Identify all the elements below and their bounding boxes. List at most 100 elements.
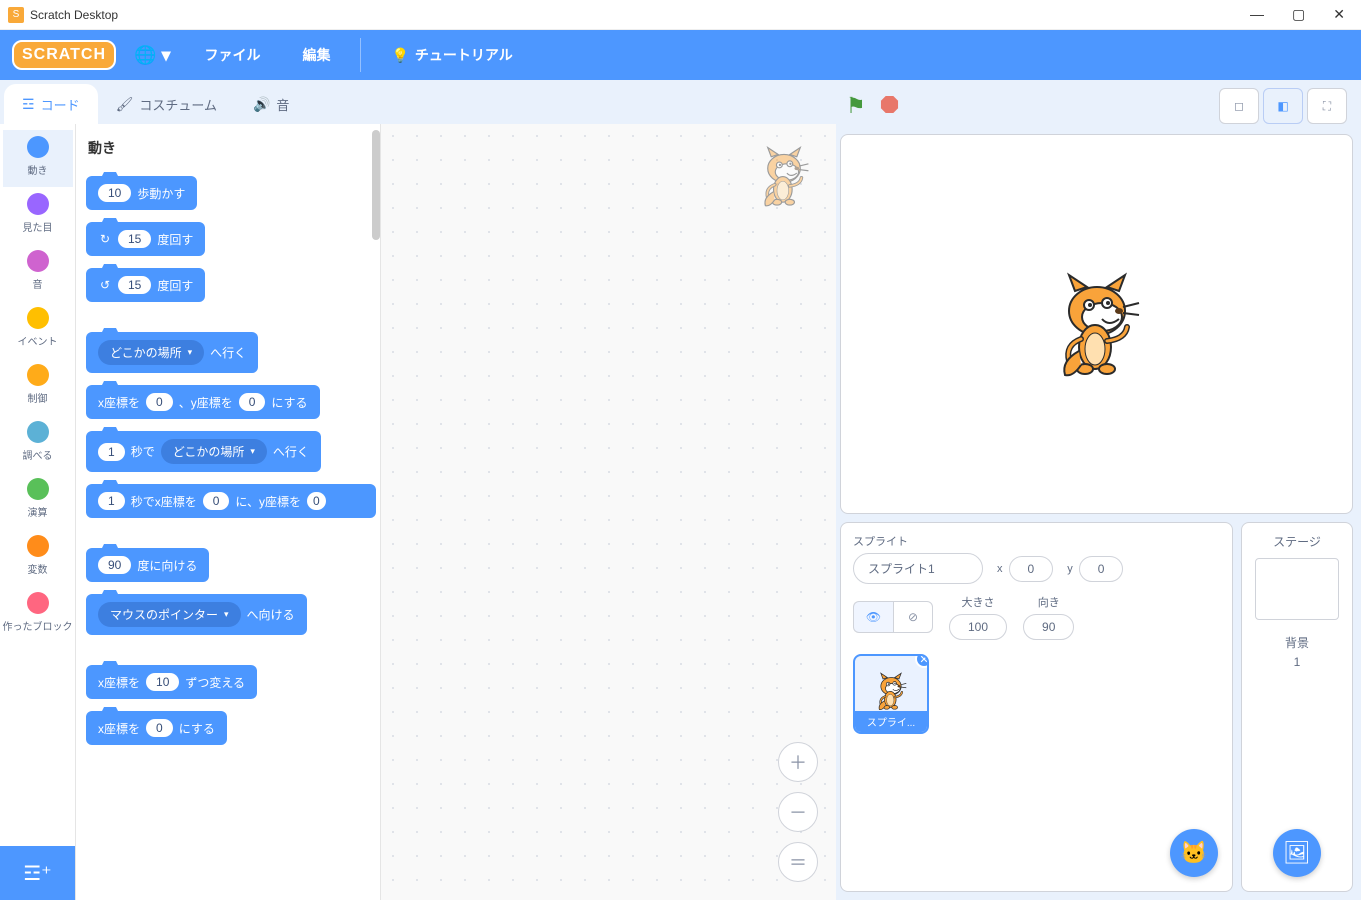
block-text: 秒でx座標を (131, 493, 197, 510)
block-text: へ行く (273, 443, 309, 460)
sprite-size-input[interactable]: 100 (949, 614, 1007, 640)
glidexy-x-value[interactable]: 0 (203, 492, 230, 510)
block-change-x[interactable]: x座標を 10 ずつ変える (86, 665, 257, 699)
change-x-value[interactable]: 10 (146, 673, 179, 691)
file-menu[interactable]: ファイル (188, 45, 276, 65)
add-extension-button[interactable]: ☲⁺ (0, 846, 75, 900)
block-text: ずつ変える (185, 674, 245, 691)
window-minimize-button[interactable]: — (1250, 6, 1264, 23)
category-label: 動き (3, 162, 73, 177)
glidexy-y-value[interactable]: 0 (307, 492, 326, 510)
zoom-in-button[interactable]: ＋ (778, 742, 818, 782)
stage-full-button[interactable]: ⛶ (1307, 88, 1347, 124)
turn-ccw-value[interactable]: 15 (118, 276, 151, 294)
scratch-logo[interactable]: SCRATCH (12, 40, 116, 70)
turn-cw-value[interactable]: 15 (118, 230, 151, 248)
tab-code[interactable]: ☲ コード (4, 84, 98, 124)
edit-menu[interactable]: 編集 (286, 45, 346, 65)
block-text: に、y座標を (235, 493, 301, 510)
category-label: 音 (3, 276, 73, 291)
tutorials-button[interactable]: 💡 チュートリアル (375, 45, 528, 65)
block-move-steps[interactable]: 10 歩動かす (86, 176, 197, 210)
tab-costumes[interactable]: 🖌 コスチューム (98, 84, 235, 124)
sprite-y-input[interactable]: 0 (1079, 556, 1124, 582)
category-myblocks[interactable]: 作ったブロック (3, 586, 73, 643)
sprite-x-input[interactable]: 0 (1009, 556, 1054, 582)
tab-costumes-label: コスチューム (139, 95, 217, 114)
category-events[interactable]: イベント (3, 301, 73, 358)
block-turn-ccw[interactable]: ↺ 15 度回す (86, 268, 205, 302)
turn-ccw-icon: ↺ (98, 278, 112, 292)
block-glide-xy[interactable]: 1 秒でx座標を 0 に、y座標を 0 (86, 484, 376, 518)
glidexy-secs-value[interactable]: 1 (98, 492, 125, 510)
set-x-value[interactable]: 0 (146, 719, 173, 737)
window-close-button[interactable]: ✕ (1333, 6, 1345, 23)
category-label: 変数 (3, 561, 73, 576)
large-stage-icon: ◧ (1277, 99, 1288, 113)
zoom-out-button[interactable]: － (778, 792, 818, 832)
category-label: 見た目 (3, 219, 73, 234)
category-motion[interactable]: 動き (3, 130, 73, 187)
green-flag-button[interactable]: ⚑ (846, 93, 866, 119)
glide-menu-dropdown[interactable]: どこかの場所 (161, 439, 267, 464)
block-glide-menu[interactable]: 1 秒で どこかの場所 へ行く (86, 431, 321, 472)
zoom-reset-button[interactable]: ＝ (778, 842, 818, 882)
sprite-name-input[interactable]: スプライト1 (853, 553, 983, 584)
hide-sprite-button[interactable]: ⊘ (893, 601, 933, 633)
glide-secs-value[interactable]: 1 (98, 443, 125, 461)
sprite-on-stage[interactable] (1047, 269, 1147, 379)
category-label: 作ったブロック (3, 618, 73, 633)
block-text: x座標を (98, 674, 140, 691)
tutorials-label: チュートリアル (415, 45, 513, 65)
block-turn-cw[interactable]: ↻ 15 度回す (86, 222, 205, 256)
add-backdrop-button[interactable]: 🖼 (1273, 829, 1321, 877)
direction-label: 向き (1038, 594, 1060, 610)
show-sprite-button[interactable]: 👁 (853, 601, 893, 633)
block-text: 秒で (131, 443, 155, 460)
lightbulb-icon: 💡 (391, 47, 408, 64)
category-label: 演算 (3, 504, 73, 519)
script-workspace[interactable]: ＋ － ＝ (381, 124, 836, 900)
category-control[interactable]: 制御 (3, 358, 73, 415)
editor-tabs: ☲ コード 🖌 コスチューム 🔊 音 (0, 80, 836, 124)
block-text: 度回す (157, 277, 193, 294)
stage-thumbnail[interactable] (1255, 558, 1339, 620)
block-goto-menu[interactable]: どこかの場所 へ行く (86, 332, 258, 373)
stage-panel-title: ステージ (1273, 533, 1321, 550)
goto-x-value[interactable]: 0 (146, 393, 173, 411)
category-looks[interactable]: 見た目 (3, 187, 73, 244)
stage-canvas[interactable] (840, 134, 1353, 514)
menu-separator (360, 38, 361, 72)
window-maximize-button[interactable]: ▢ (1292, 6, 1305, 23)
move-steps-value[interactable]: 10 (98, 184, 131, 202)
stage-selector-panel: ステージ 背景 1 🖼 (1241, 522, 1353, 892)
point-dir-value[interactable]: 90 (98, 556, 131, 574)
add-sprite-button[interactable]: 🐱 (1170, 829, 1218, 877)
sprite-info-panel: スプライト スプライト1 x0 y0 👁 ⊘ 大きさ 100 (840, 522, 1233, 892)
tab-sounds[interactable]: 🔊 音 (235, 84, 307, 124)
stage-large-button[interactable]: ◧ (1263, 88, 1303, 124)
point-towards-dropdown[interactable]: マウスのポインター (98, 602, 241, 627)
sprite-tile[interactable]: ✕ スプライ... (853, 654, 929, 734)
block-set-x[interactable]: x座標を 0 にする (86, 711, 227, 745)
delete-sprite-button[interactable]: ✕ (915, 654, 929, 668)
category-variables[interactable]: 変数 (3, 529, 73, 586)
block-point-towards[interactable]: マウスのポインター へ向ける (86, 594, 307, 635)
window-title: Scratch Desktop (30, 8, 118, 22)
language-menu[interactable]: 🌐 ▾ (126, 45, 178, 66)
stage-small-button[interactable]: ◻ (1219, 88, 1259, 124)
app-icon: S (8, 7, 24, 23)
category-sound[interactable]: 音 (3, 244, 73, 301)
small-stage-icon: ◻ (1234, 99, 1244, 113)
block-goto-xy[interactable]: x座標を 0 、y座標を 0 にする (86, 385, 320, 419)
size-label: 大きさ (962, 594, 995, 610)
eye-icon: 👁 (866, 610, 881, 624)
goto-menu-dropdown[interactable]: どこかの場所 (98, 340, 204, 365)
category-color-icon (27, 136, 49, 158)
goto-y-value[interactable]: 0 (239, 393, 266, 411)
sprite-direction-input[interactable]: 90 (1023, 614, 1074, 640)
category-sensing[interactable]: 調べる (3, 415, 73, 472)
stop-button[interactable] (880, 95, 899, 117)
category-operators[interactable]: 演算 (3, 472, 73, 529)
block-point-direction[interactable]: 90 度に向ける (86, 548, 209, 582)
